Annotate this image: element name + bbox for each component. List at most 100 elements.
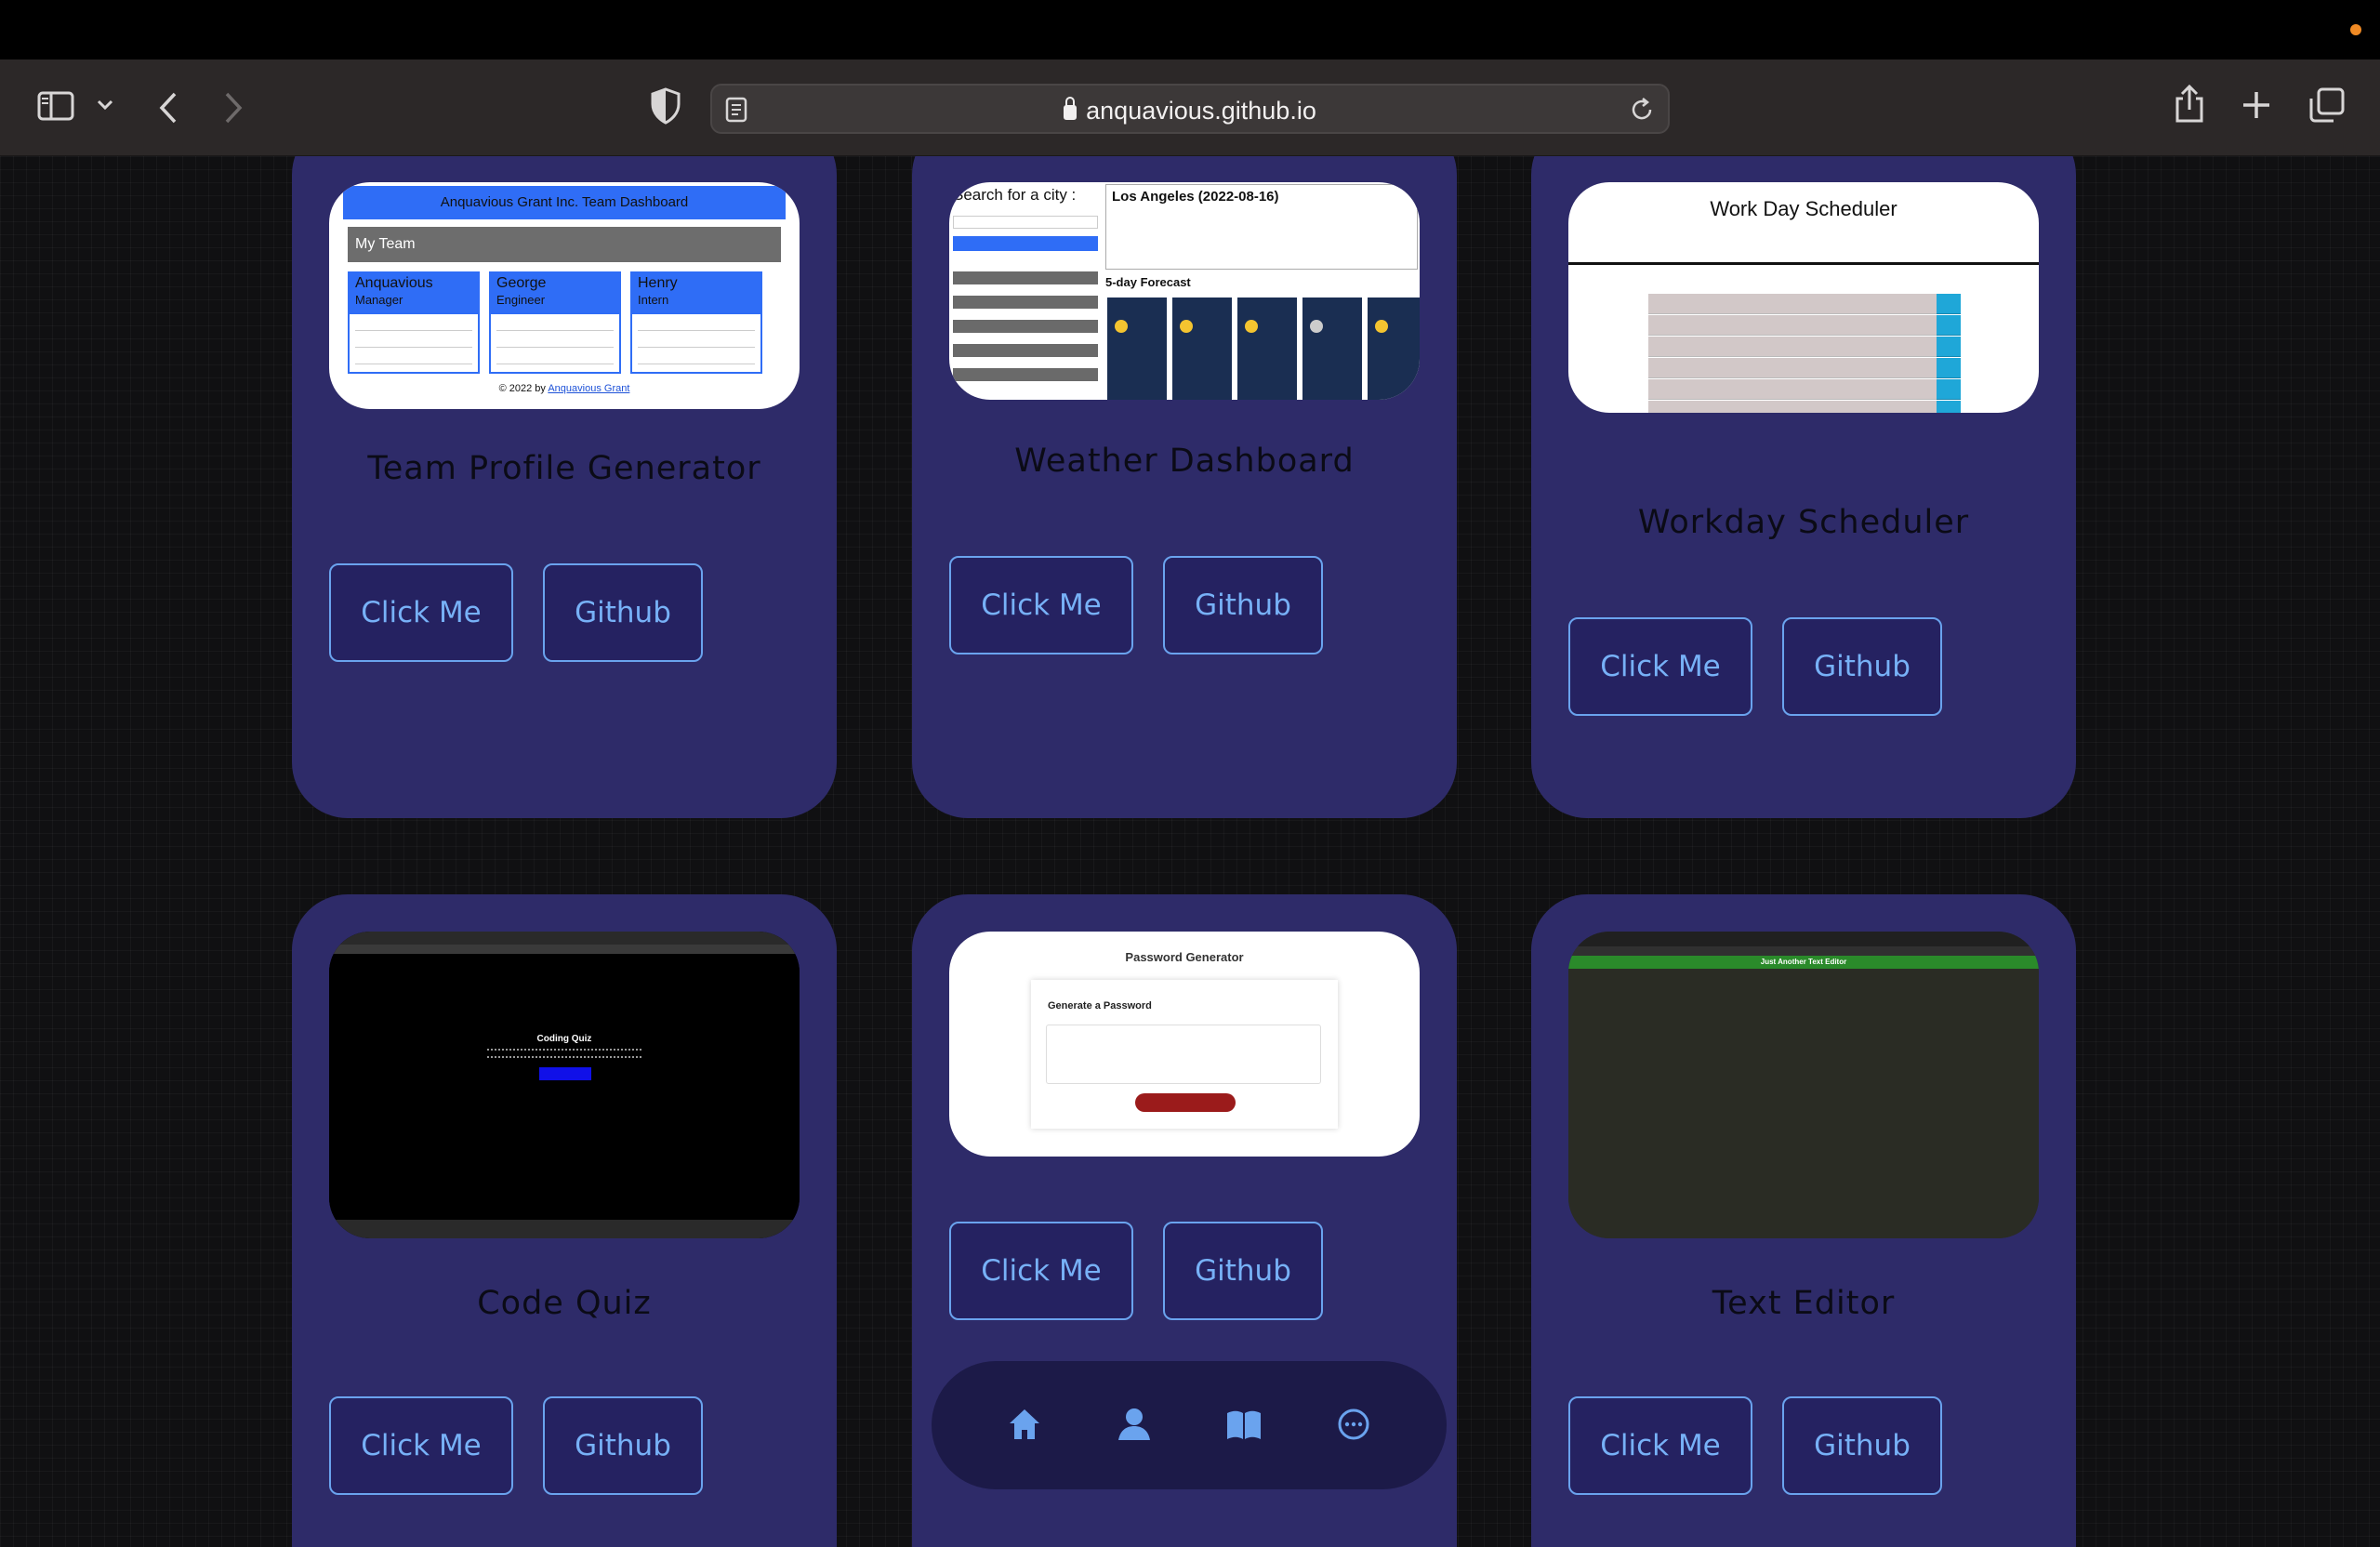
thumb-history-item bbox=[953, 296, 1098, 309]
project-title: Weather Dashboard bbox=[1014, 443, 1355, 480]
thumb-member-role: Manager bbox=[355, 293, 403, 307]
project-card-scheduler: Work Day Scheduler Workday Scheduler Cli… bbox=[1531, 156, 2076, 818]
thumb-header: Just Another Text Editor bbox=[1568, 956, 2039, 969]
project-screenshot: Coding Quiz bbox=[329, 932, 800, 1238]
bottom-nav bbox=[932, 1361, 1447, 1489]
thumb-footer-text: © 2022 by bbox=[498, 383, 546, 394]
thumb-save-button bbox=[1937, 358, 1961, 378]
project-screenshot: Just Another Text Editor bbox=[1568, 932, 2039, 1238]
click-me-button[interactable]: Click Me bbox=[949, 1222, 1133, 1320]
thumb-forecast-day bbox=[1368, 298, 1420, 400]
portfolio-page: Anquavious Grant Inc. Team Dashboard My … bbox=[0, 156, 2380, 1547]
github-button[interactable]: Github bbox=[1782, 617, 1942, 716]
project-card-weather: Search for a city : Los Angeles (2022-08… bbox=[912, 156, 1457, 818]
thumb-header: Anquavious Grant Inc. Team Dashboard bbox=[343, 186, 786, 219]
project-card-team-profile: Anquavious Grant Inc. Team Dashboard My … bbox=[292, 156, 837, 818]
click-me-button[interactable]: Click Me bbox=[329, 563, 513, 662]
github-button[interactable]: Github bbox=[1782, 1396, 1942, 1495]
sidebar-toggle-icon[interactable] bbox=[37, 91, 74, 121]
reload-icon[interactable] bbox=[1629, 97, 1655, 123]
system-top-bar bbox=[0, 0, 2380, 60]
thumb-save-button bbox=[1937, 337, 1961, 357]
project-title: Code Quiz bbox=[477, 1285, 652, 1322]
address-bar[interactable]: anquavious.github.io bbox=[710, 84, 1670, 134]
project-screenshot: Password Generator Generate a Password bbox=[949, 932, 1420, 1157]
forward-icon[interactable] bbox=[223, 91, 244, 125]
thumb-header: Work Day Scheduler bbox=[1710, 197, 1897, 220]
share-icon[interactable] bbox=[2174, 84, 2205, 125]
thumb-member-card: Henry Intern bbox=[630, 271, 762, 374]
thumb-forecast-day bbox=[1107, 298, 1167, 400]
thumb-rule bbox=[1568, 262, 2039, 265]
thumb-history-item bbox=[953, 320, 1098, 333]
new-tab-icon[interactable] bbox=[2241, 89, 2272, 121]
recording-indicator bbox=[2350, 24, 2361, 35]
click-me-button[interactable]: Click Me bbox=[329, 1396, 513, 1495]
thumb-generate-button bbox=[1135, 1093, 1236, 1112]
thumb-history-item bbox=[953, 368, 1098, 381]
thumb-search-button bbox=[953, 236, 1098, 251]
thumb-browser-url bbox=[329, 945, 800, 954]
tab-overview-icon[interactable] bbox=[2309, 87, 2345, 123]
thumb-forecast-day bbox=[1237, 298, 1297, 400]
thumb-member-name: Anquavious bbox=[355, 275, 433, 291]
url-label: anquavious.github.io bbox=[1086, 97, 1316, 125]
book-icon[interactable] bbox=[1225, 1406, 1263, 1443]
thumb-browser-tabs bbox=[1568, 932, 2039, 946]
thumb-search-label: Search for a city : bbox=[953, 186, 1077, 204]
thumb-quiz-body bbox=[329, 954, 800, 1220]
privacy-shield-icon[interactable] bbox=[651, 87, 681, 125]
thumb-time-row bbox=[1648, 379, 1937, 400]
thumb-search-input bbox=[953, 216, 1098, 229]
project-screenshot: Work Day Scheduler bbox=[1568, 182, 2039, 413]
thumb-browser-tabs bbox=[329, 932, 800, 945]
github-button[interactable]: Github bbox=[543, 563, 703, 662]
thumb-save-button bbox=[1937, 315, 1961, 336]
thumb-time-row bbox=[1648, 294, 1937, 314]
thumb-subheader: Generate a Password bbox=[1048, 1000, 1152, 1012]
thumb-time-row bbox=[1648, 337, 1937, 357]
thumb-history-item bbox=[953, 344, 1098, 357]
github-button[interactable]: Github bbox=[543, 1396, 703, 1495]
thumb-save-button bbox=[1937, 294, 1961, 314]
thumb-history-item bbox=[953, 271, 1098, 284]
thumb-member-name: Henry bbox=[638, 275, 678, 291]
thumb-forecast-day bbox=[1302, 298, 1362, 400]
thumb-password-card: Generate a Password bbox=[1031, 980, 1338, 1129]
thumb-footer: © 2022 by Anquavious Grant bbox=[329, 383, 800, 394]
thumb-team-label: My Team bbox=[348, 227, 781, 262]
github-button[interactable]: Github bbox=[1163, 556, 1323, 654]
project-title: Team Profile Generator bbox=[367, 450, 761, 487]
project-card-code-quiz: Coding Quiz Code Quiz Click Me Github bbox=[292, 894, 837, 1547]
thumb-time-row bbox=[1648, 315, 1937, 336]
thumb-footer-link: Anquavious Grant bbox=[548, 383, 630, 394]
thumb-header: Coding Quiz bbox=[536, 1034, 592, 1044]
project-screenshot: Search for a city : Los Angeles (2022-08… bbox=[949, 182, 1420, 400]
click-me-button[interactable]: Click Me bbox=[1568, 617, 1752, 716]
thumb-time-row bbox=[1648, 358, 1937, 378]
thumb-member-role: Engineer bbox=[496, 293, 546, 307]
github-button[interactable]: Github bbox=[1163, 1222, 1323, 1320]
project-screenshot: Anquavious Grant Inc. Team Dashboard My … bbox=[329, 182, 800, 409]
lock-icon bbox=[1064, 97, 1078, 120]
thumb-editor-body bbox=[1568, 969, 2039, 1238]
project-card-text-editor: Just Another Text Editor Text Editor Cli… bbox=[1531, 894, 2076, 1547]
thumb-save-button bbox=[1937, 401, 1961, 413]
click-me-button[interactable]: Click Me bbox=[1568, 1396, 1752, 1495]
thumb-member-name: George bbox=[496, 275, 547, 291]
url-text: anquavious.github.io bbox=[712, 97, 1668, 126]
back-icon[interactable] bbox=[158, 91, 178, 125]
thumb-quiz-instructions bbox=[487, 1049, 641, 1058]
browser-toolbar: anquavious.github.io bbox=[0, 60, 2380, 156]
chevron-down-icon[interactable] bbox=[97, 99, 113, 112]
thumb-forecast-label: 5-day Forecast bbox=[1105, 275, 1191, 289]
home-icon[interactable] bbox=[1006, 1406, 1043, 1443]
thumb-header: Password Generator bbox=[1125, 950, 1244, 964]
click-me-button[interactable]: Click Me bbox=[949, 556, 1133, 654]
chat-icon[interactable] bbox=[1335, 1406, 1372, 1443]
thumb-downloads-bar bbox=[329, 1220, 800, 1238]
user-icon[interactable] bbox=[1116, 1406, 1153, 1443]
thumb-save-button bbox=[1937, 379, 1961, 400]
thumb-member-role: Intern bbox=[638, 293, 669, 307]
project-title: Text Editor bbox=[1712, 1285, 1896, 1322]
